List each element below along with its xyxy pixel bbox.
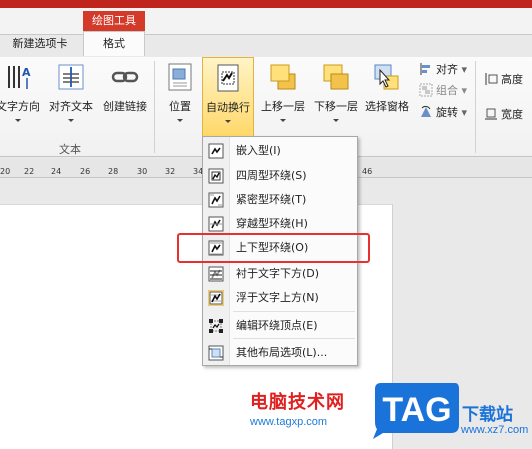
menu-item-label: 编辑环绕顶点(E): [236, 319, 318, 332]
behind-text-icon: [208, 266, 224, 282]
align-label: 对齐: [436, 63, 458, 76]
text-direction-label: 文字方向: [0, 100, 40, 113]
menu-separator: [233, 311, 355, 312]
width-field[interactable]: 宽度: [484, 105, 523, 125]
create-link-button[interactable]: 创建链接: [98, 57, 152, 137]
menu-item-label: 嵌入型(I): [236, 144, 281, 157]
ruler-tick: 46: [362, 167, 373, 176]
chevron-down-icon: [333, 119, 339, 122]
selection-pane-label: 选择窗格: [365, 100, 409, 113]
ruler-tick: 20: [0, 167, 11, 176]
group-label-text: 文本: [59, 143, 81, 156]
height-label: 高度: [501, 73, 523, 86]
tab-format[interactable]: 格式: [83, 31, 145, 56]
menu-item-edit-wrap-points[interactable]: 编辑环绕顶点(E): [203, 314, 357, 338]
watermark-site-name: 下载站: [462, 405, 513, 425]
tight-wrap-icon: [208, 192, 224, 208]
rotate-label: 旋转: [436, 106, 458, 119]
ruler-tick: 24: [51, 167, 62, 176]
drawing-tools-context-label: 绘图工具: [83, 11, 145, 31]
chevron-down-icon: [280, 119, 286, 122]
square-wrap-icon: [208, 168, 224, 184]
text-direction-button[interactable]: A 文字方向: [0, 57, 44, 137]
position-button[interactable]: 位置: [158, 57, 202, 137]
bring-forward-button[interactable]: 上移一层: [256, 57, 310, 137]
link-icon: [111, 71, 139, 83]
height-icon: [485, 73, 498, 85]
selection-pane-icon: [374, 64, 399, 90]
align-text-label: 对齐文本: [49, 100, 93, 113]
align-icon: [420, 63, 430, 75]
svg-text:A: A: [22, 66, 31, 79]
chevron-down-icon: [15, 119, 21, 122]
menu-item-in-front-of-text[interactable]: 浮于文字上方(N): [203, 286, 357, 310]
through-wrap-icon: [208, 216, 224, 232]
send-backward-icon: [323, 64, 349, 90]
menu-item-label: 其他布局选项(L)...: [236, 346, 328, 359]
ribbon-tab-bar: 绘图工具: [0, 8, 532, 35]
align-text-icon: [58, 64, 84, 90]
menu-item-label: 四周型环绕(S): [236, 169, 307, 182]
position-label: 位置: [169, 100, 191, 113]
menu-item-label: 紧密型环绕(T): [236, 193, 307, 206]
rotate-icon: [421, 105, 431, 117]
bring-forward-icon: [270, 64, 296, 90]
watermark-chinese-text: 电脑技术网: [250, 392, 345, 413]
wrap-text-button[interactable]: 自动换行: [202, 57, 254, 137]
text-direction-icon: A: [8, 66, 31, 89]
wrap-text-icon: [217, 64, 239, 92]
ruler-tick: 28: [108, 167, 119, 176]
group-divider: [154, 61, 155, 153]
more-layout-options-icon: [208, 345, 224, 361]
menu-separator: [233, 338, 355, 339]
tab-new-tab[interactable]: 新建选项卡: [0, 33, 80, 55]
wrap-text-label: 自动换行: [206, 101, 250, 114]
group-divider: [475, 61, 476, 153]
send-backward-label: 下移一层: [314, 100, 358, 113]
bring-forward-label: 上移一层: [261, 100, 305, 113]
watermark-url: www.tagxp.com: [250, 416, 328, 428]
edit-wrap-points-icon: [209, 319, 223, 333]
ruler-tick: 32: [165, 167, 176, 176]
create-link-label: 创建链接: [103, 100, 147, 113]
height-field[interactable]: 高度: [484, 70, 523, 90]
highlight-box: [177, 233, 370, 263]
watermark-tag-logo: TAG: [373, 383, 459, 439]
inline-wrap-icon: [208, 143, 224, 159]
chevron-down-icon: [225, 120, 231, 123]
width-icon: [485, 108, 497, 120]
selection-pane-button[interactable]: 选择窗格: [361, 57, 413, 137]
menu-item-more-layout-options[interactable]: 其他布局选项(L)...: [203, 341, 357, 365]
menu-item-inline[interactable]: 嵌入型(I): [203, 139, 357, 163]
menu-item-square[interactable]: 四周型环绕(S): [203, 164, 357, 188]
width-label: 宽度: [501, 108, 523, 121]
menu-item-tight[interactable]: 紧密型环绕(T): [203, 188, 357, 212]
ruler-tick: 26: [80, 167, 91, 176]
group-button[interactable]: 组合 ▾: [419, 81, 467, 101]
watermark-logo-text: TAG: [382, 391, 451, 429]
group-icon: [419, 83, 433, 97]
position-icon: [168, 63, 192, 91]
group-label: 组合: [436, 84, 458, 97]
menu-item-label: 衬于文字下方(D): [236, 267, 320, 280]
chevron-down-icon: [68, 119, 74, 122]
align-text-button[interactable]: 对齐文本: [44, 57, 98, 137]
menu-item-label: 浮于文字上方(N): [236, 291, 319, 304]
chevron-down-icon: [177, 119, 183, 122]
menu-item-behind-text[interactable]: 衬于文字下方(D): [203, 262, 357, 286]
ruler-tick: 30: [137, 167, 148, 176]
send-backward-button[interactable]: 下移一层: [309, 57, 363, 137]
align-button[interactable]: 对齐 ▾: [419, 60, 467, 80]
ruler-tick: 22: [24, 167, 35, 176]
rotate-button[interactable]: 旋转 ▾: [419, 103, 467, 123]
title-bar: [0, 0, 532, 8]
in-front-of-text-icon: [208, 290, 224, 306]
watermark-domain: www.xz7.com: [461, 424, 529, 436]
